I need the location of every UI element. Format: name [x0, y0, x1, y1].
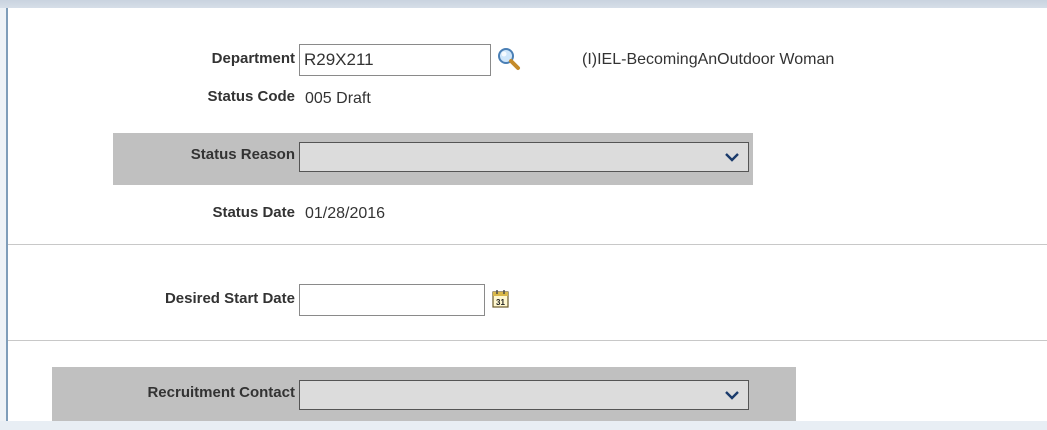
calendar-icon[interactable]: 31 — [492, 289, 510, 309]
department-description: (I)IEL-BecomingAnOutdoor Woman — [582, 51, 835, 68]
department-label: Department — [211, 50, 295, 67]
status-code-value: 005 Draft — [305, 90, 371, 107]
recruitment-contact-label: Recruitment Contact — [147, 384, 295, 401]
magnifier-icon[interactable] — [496, 46, 522, 72]
chevron-down-icon — [724, 149, 740, 165]
status-date-value: 01/28/2016 — [305, 205, 386, 222]
panel-bottom-band — [0, 421, 1047, 430]
desired-start-date-input[interactable] — [299, 284, 485, 316]
svg-text:31: 31 — [496, 298, 505, 307]
status-reason-select[interactable] — [299, 142, 749, 172]
form-panel: Department (I)IEL-BecomingAnOutdoor Woma… — [6, 8, 1047, 421]
status-date-label: Status Date — [212, 204, 295, 221]
department-input[interactable] — [299, 44, 491, 76]
recruitment-contact-select[interactable] — [299, 380, 749, 410]
section-divider — [8, 340, 1047, 341]
desired-start-date-label: Desired Start Date — [164, 290, 295, 307]
chevron-down-icon — [724, 387, 740, 403]
status-reason-label: Status Reason — [190, 146, 295, 163]
window-top-strip — [0, 0, 1047, 8]
section-divider — [8, 244, 1047, 245]
status-code-label: Status Code — [207, 88, 295, 105]
